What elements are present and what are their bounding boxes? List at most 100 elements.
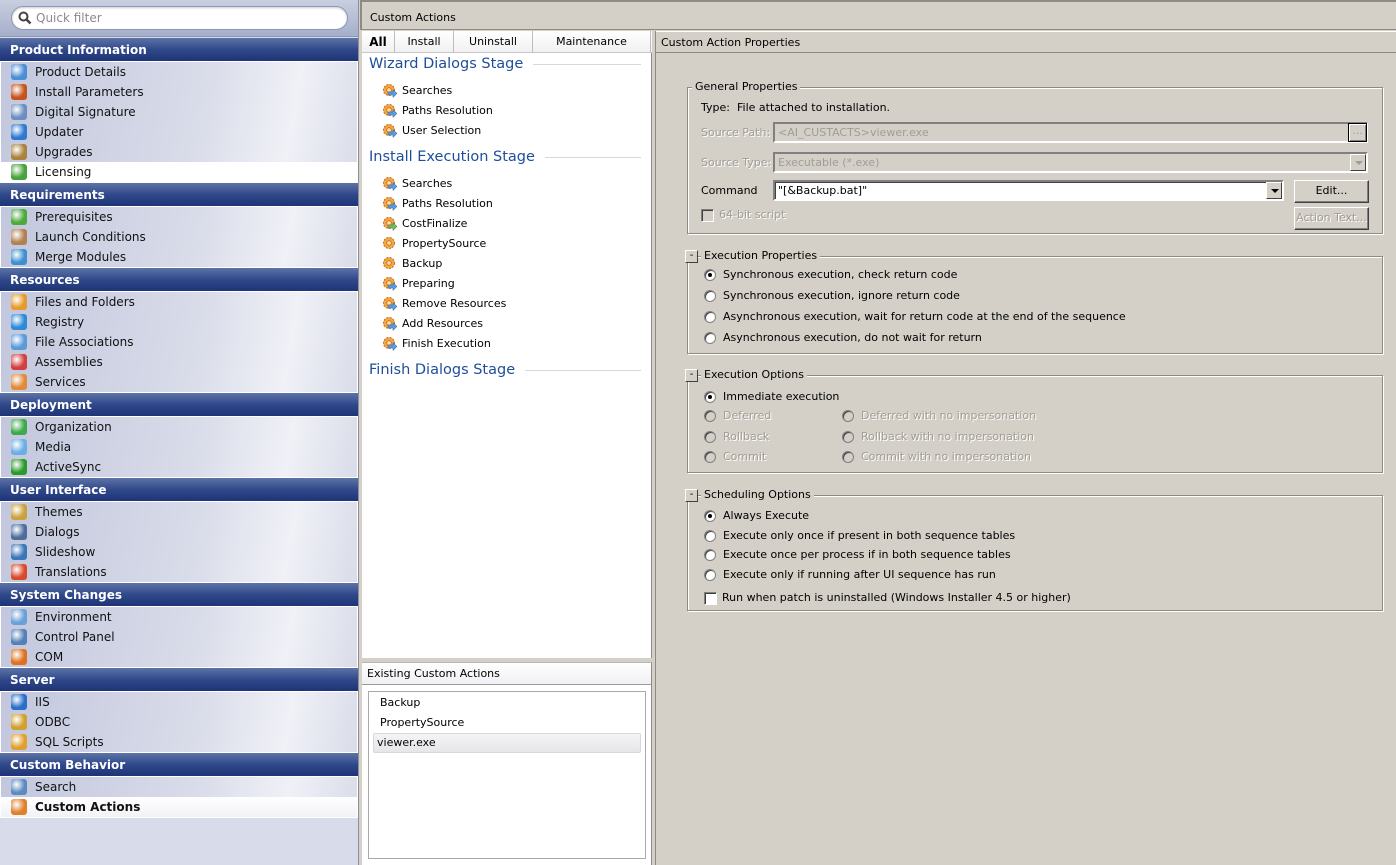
type-value: File attached to installation. <box>737 101 891 114</box>
sidebar-item-com[interactable]: COM <box>1 647 357 667</box>
sidebar-item-assemblies[interactable]: Assemblies <box>1 352 357 372</box>
browse-button[interactable]: ... <box>1348 123 1367 142</box>
sidebar-item-environment[interactable]: Environment <box>1 607 357 627</box>
radio-label: Synchronous execution, check return code <box>723 268 958 281</box>
sidebar-section-header[interactable]: Product Information <box>0 38 358 62</box>
sidebar-item-slideshow[interactable]: Slideshow <box>1 542 357 562</box>
run-when-patch-uninstalled-checkbox[interactable]: Run when patch is uninstalled (Windows I… <box>704 590 1071 606</box>
sidebar-item-licensing[interactable]: Licensing <box>1 162 357 182</box>
action-text-button: Action Text... <box>1294 207 1369 230</box>
run-when-patch-uninstalled-label: Run when patch is uninstalled (Windows I… <box>722 591 1071 604</box>
sequence-item[interactable]: CostFinalize <box>382 214 467 234</box>
sidebar-section-items: Search Custom Actions <box>0 777 358 818</box>
file-associations-icon <box>11 334 27 350</box>
radio-synchronous-execution-ignore-return-code[interactable]: Synchronous execution, ignore return cod… <box>704 288 960 304</box>
sidebar-section-header[interactable]: Requirements <box>0 183 358 207</box>
sequence-item[interactable]: Finish Execution <box>382 334 491 354</box>
immediate-execution-label: Immediate execution <box>723 390 840 403</box>
sidebar-item-activesync[interactable]: ActiveSync <box>1 457 357 477</box>
sequence-item[interactable]: Add Resources <box>382 314 483 334</box>
sequence-item[interactable]: PropertySource <box>382 234 486 254</box>
sidebar-item-digital-signature[interactable]: Digital Signature <box>1 102 357 122</box>
radio-synchronous-execution-check-return-code[interactable]: Synchronous execution, check return code <box>704 267 957 283</box>
collapse-execution-properties-button[interactable]: - <box>685 250 698 263</box>
sidebar-item-launch-conditions[interactable]: Launch Conditions <box>1 227 357 247</box>
radio-label: Deferred with no impersonation <box>861 409 1037 422</box>
tab-install[interactable]: Install <box>395 31 454 53</box>
sidebar-item-merge-modules[interactable]: Merge Modules <box>1 247 357 267</box>
sequence-item[interactable]: Preparing <box>382 274 455 294</box>
stage-divider <box>525 369 641 371</box>
sidebar-item-dialogs[interactable]: Dialogs <box>1 522 357 542</box>
sidebar-item-label: Upgrades <box>35 145 93 159</box>
radio-execute-once-per-process-if-in-both-sequ[interactable]: Execute once per process if in both sequ… <box>704 547 1011 563</box>
services-icon <box>11 374 27 390</box>
command-value[interactable]: "[&Backup.bat]" <box>778 184 867 197</box>
sidebar-item-sql-scripts[interactable]: SQL Scripts <box>1 732 357 752</box>
sidebar-item-prerequisites[interactable]: Prerequisites <box>1 207 357 227</box>
radio-immediate-execution[interactable]: Immediate execution <box>704 389 839 405</box>
sidebar-item-search[interactable]: Search <box>1 777 357 797</box>
existing-action-item[interactable]: viewer.exe <box>373 733 641 753</box>
sidebar-item-themes[interactable]: Themes <box>1 502 357 522</box>
sidebar-item-media[interactable]: Media <box>1 437 357 457</box>
radio-asynchronous-execution-wait-for-return-c[interactable]: Asynchronous execution, wait for return … <box>704 309 1126 325</box>
sidebar-item-file-associations[interactable]: File Associations <box>1 332 357 352</box>
sidebar-item-custom-actions[interactable]: Custom Actions <box>1 797 357 817</box>
sequence-item[interactable]: Searches <box>382 174 452 194</box>
sidebar-item-upgrades[interactable]: Upgrades <box>1 142 357 162</box>
sidebar-item-registry[interactable]: Registry <box>1 312 357 332</box>
source-type-select: Executable (*.exe) <box>773 152 1368 173</box>
sidebar-item-label: Launch Conditions <box>35 230 146 244</box>
radio-execute-only-if-running-after-ui-sequenc[interactable]: Execute only if running after UI sequenc… <box>704 567 996 583</box>
tab-uninstall[interactable]: Uninstall <box>454 31 533 53</box>
quick-filter-input[interactable] <box>36 10 336 26</box>
radio-asynchronous-execution-do-not-wait-for-r[interactable]: Asynchronous execution, do not wait for … <box>704 330 982 346</box>
tab-all[interactable]: All <box>362 31 395 53</box>
sidebar-section-header[interactable]: Server <box>0 668 358 692</box>
tab-maintenance[interactable]: Maintenance <box>533 31 651 53</box>
sidebar-section-header[interactable]: Custom Behavior <box>0 753 358 777</box>
sidebar-item-translations[interactable]: Translations <box>1 562 357 582</box>
checkbox-box <box>701 209 714 222</box>
sidebar-item-odbc[interactable]: ODBC <box>1 712 357 732</box>
sequence-item[interactable]: Paths Resolution <box>382 194 493 214</box>
sidebar-section-header[interactable]: Deployment <box>0 393 358 417</box>
iis-icon <box>11 694 27 710</box>
radio-dot <box>704 510 716 522</box>
radio-dot <box>704 549 716 561</box>
edit-button[interactable]: Edit... <box>1294 180 1369 203</box>
sidebar-section-header[interactable]: System Changes <box>0 583 358 607</box>
sidebar-section-items: Files and Folders Registry File Associatio… <box>0 292 358 393</box>
sidebar-item-product-details[interactable]: Product Details <box>1 62 357 82</box>
sequence-item[interactable]: Paths Resolution <box>382 101 493 121</box>
existing-action-item[interactable]: PropertySource <box>373 713 641 733</box>
sidebar-item-files-and-folders[interactable]: Files and Folders <box>1 292 357 312</box>
sequence-item[interactable]: Remove Resources <box>382 294 506 314</box>
sidebar-item-iis[interactable]: IIS <box>1 692 357 712</box>
sidebar-item-updater[interactable]: Updater <box>1 122 357 142</box>
sequence-item[interactable]: User Selection <box>382 121 481 141</box>
sequence-item[interactable]: Searches <box>382 81 452 101</box>
sidebar-section-header[interactable]: User Interface <box>0 478 358 502</box>
quick-filter[interactable] <box>11 6 348 30</box>
radio-always-execute[interactable]: Always Execute <box>704 508 809 524</box>
sidebar-item-services[interactable]: Services <box>1 372 357 392</box>
collapse-execution-options-button[interactable]: - <box>685 369 698 382</box>
radio-execute-only-once-if-present-in-both-seq[interactable]: Execute only once if present in both seq… <box>704 528 1015 544</box>
sidebar-item-organization[interactable]: Organization <box>1 417 357 437</box>
collapse-scheduling-options-button[interactable]: - <box>685 489 698 502</box>
command-dropdown-chevron-icon[interactable] <box>1266 182 1282 199</box>
standard-action-gear-icon <box>382 336 398 352</box>
sequence-item[interactable]: Backup <box>382 254 442 274</box>
sidebar-item-control-panel[interactable]: Control Panel <box>1 627 357 647</box>
sidebar-item-label: Themes <box>35 505 83 519</box>
sequence-item-label: CostFinalize <box>402 217 468 230</box>
search-icon <box>18 11 32 25</box>
command-combo[interactable]: "[&Backup.bat]" <box>773 180 1284 201</box>
existing-custom-actions-list[interactable]: Backup PropertySource viewer.exe <box>368 691 646 859</box>
sidebar-section-header[interactable]: Resources <box>0 268 358 292</box>
sequence-item-label: Backup <box>402 257 443 270</box>
existing-action-item[interactable]: Backup <box>373 693 641 713</box>
sidebar-item-install-parameters[interactable]: Install Parameters <box>1 82 357 102</box>
